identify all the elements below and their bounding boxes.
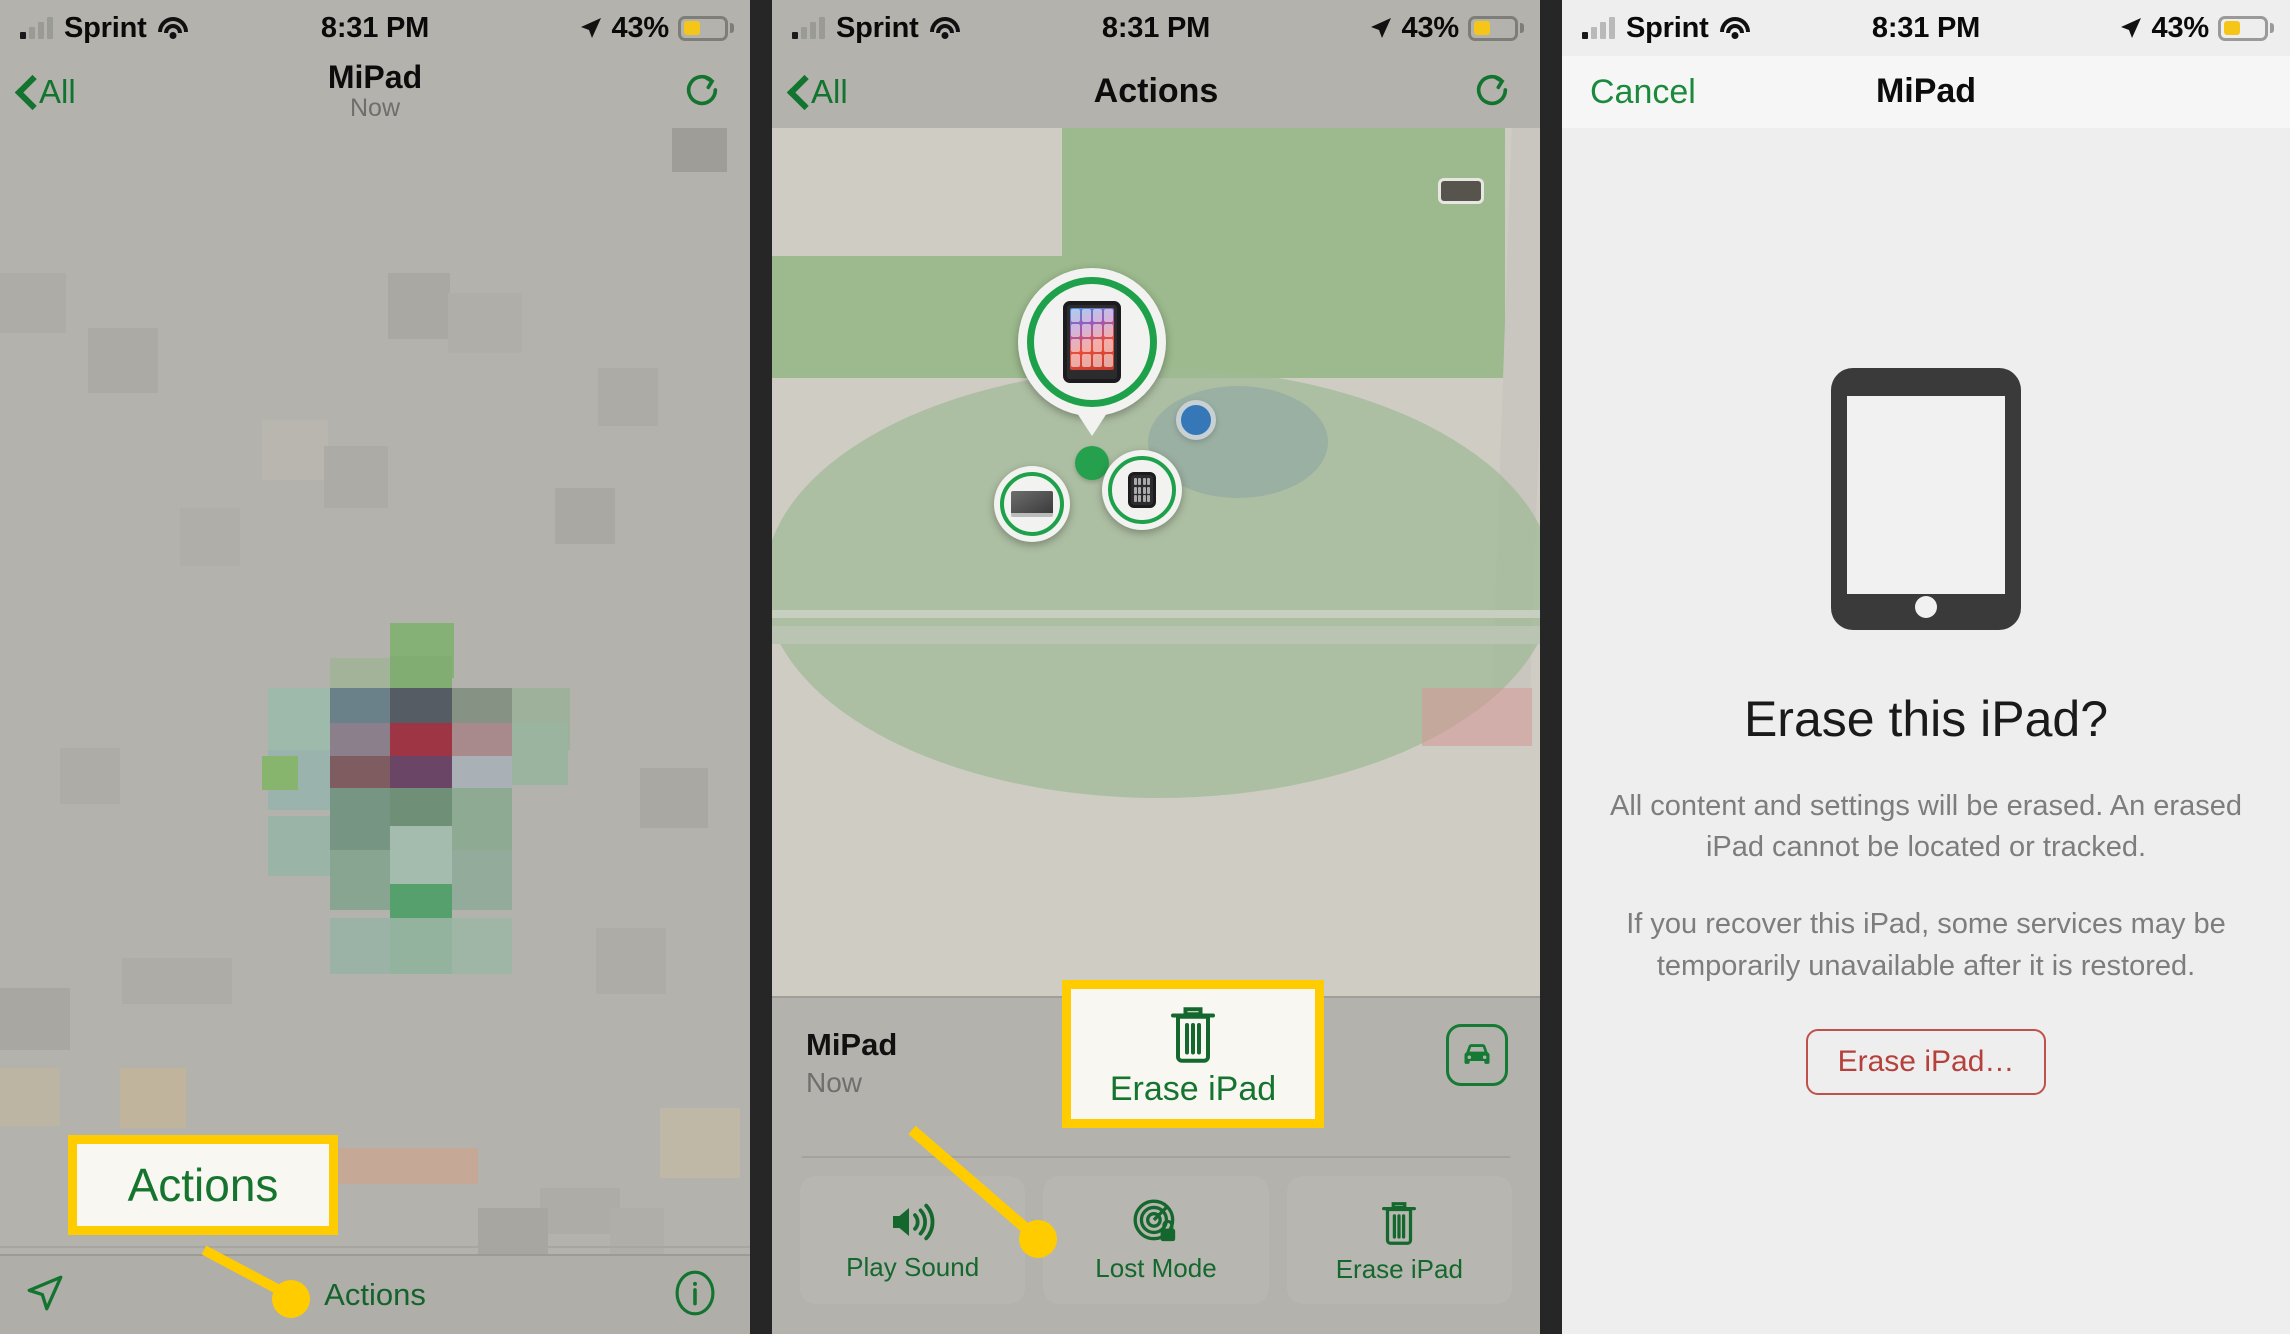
callout-erase-ipad: Erase iPad — [1062, 980, 1324, 1128]
callout-anchor-dot-2 — [1019, 1220, 1057, 1258]
erase-paragraph-2: If you recover this iPad, some services … — [1626, 908, 2226, 982]
back-to-all-button[interactable]: All — [0, 73, 76, 111]
erase-ipad-confirm-button[interactable]: Erase iPad… — [1805, 1028, 2047, 1095]
nav-bar-panel1: All MiPad Now — [0, 56, 750, 128]
clock-label: 8:31 PM — [1871, 11, 1981, 44]
cancel-button[interactable]: Cancel — [1562, 73, 1696, 112]
ipad-illustration-icon — [1831, 368, 2021, 630]
panel-erase-confirm: Sprint 8:31 PM 43% Cancel MiPad Erase th… — [1562, 0, 2290, 1334]
erase-ipad-confirm-label: Erase iPad… — [1837, 1044, 2015, 1078]
panel-divider-2 — [1540, 0, 1562, 1334]
panel-divider-1 — [750, 0, 772, 1334]
callout-label: Erase iPad — [1109, 1069, 1277, 1108]
clock-label: 8:31 PM — [320, 11, 430, 44]
status-bar-panel1: Sprint 8:31 PM 43% — [0, 0, 750, 56]
three-panel-screenshot: Sprint 8:31 PM 43% All MiPad Now Actions… — [0, 0, 2290, 1334]
nav-title-block: MiPad Now — [0, 58, 750, 123]
callout-anchor-dot-1 — [272, 1280, 310, 1318]
status-bar-panel3: Sprint 8:31 PM 43% — [1562, 0, 2290, 56]
callout-label: Actions — [127, 1159, 279, 1211]
chevron-left-icon — [18, 77, 35, 107]
page-title: MiPad — [327, 58, 423, 95]
panel-device-map: Sprint 8:31 PM 43% All MiPad Now Actions… — [0, 0, 750, 1334]
ipad-illustration-screen — [1847, 396, 2005, 594]
erase-heading: Erase this iPad? — [1743, 691, 2109, 747]
callout-actions: Actions — [68, 1135, 338, 1235]
callout-leader-line-2 — [908, 1125, 1041, 1243]
nav-bar-panel3: Cancel MiPad — [1562, 56, 2290, 128]
trash-icon — [1171, 1006, 1215, 1063]
panel-actions: Sprint 8:31 PM 43% All Actions MiPad Now… — [772, 0, 1540, 1334]
page-subtitle: Now — [349, 94, 400, 123]
erase-confirm-body: Erase this iPad? All content and setting… — [1562, 128, 2290, 1334]
cancel-button-label: Cancel — [1590, 72, 1696, 111]
refresh-icon — [686, 74, 718, 105]
erase-paragraph-1: All content and settings will be erased.… — [1610, 790, 2242, 864]
refresh-button[interactable] — [682, 70, 750, 115]
ipad-illustration-home-button — [1915, 596, 1937, 618]
